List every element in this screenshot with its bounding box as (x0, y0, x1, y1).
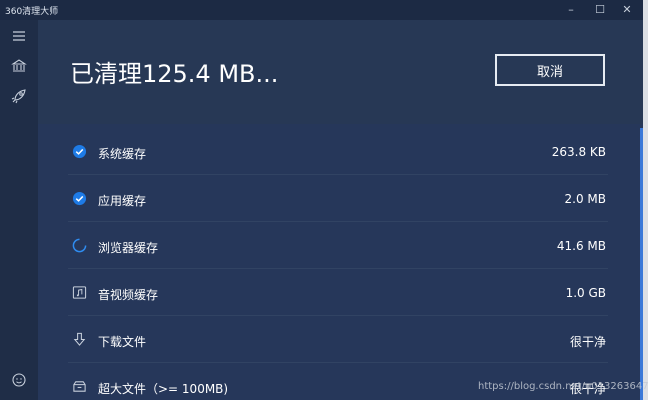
clean-item-list: 系统缓存 263.8 KB 应用缓存 2.0 MB 浏览器缓存 41.6 MB (38, 124, 643, 400)
bank-icon[interactable] (11, 58, 27, 74)
item-size: 1.0 GB (565, 286, 606, 300)
item-label: 浏览器缓存 (98, 241, 159, 255)
item-label: 应用缓存 (98, 194, 147, 208)
download-arrow-icon (73, 332, 86, 346)
check-circle-icon (72, 191, 87, 206)
item-label: 音视频缓存 (98, 288, 159, 302)
close-button[interactable]: ✕ (611, 0, 643, 20)
app-window: 360清理大师 – ☐ ✕ 已清理125.4 MB... 取消 系统缓存 263… (0, 0, 643, 400)
clean-header: 已清理125.4 MB... 取消 (38, 20, 643, 124)
check-circle-icon (72, 144, 87, 159)
music-file-icon (72, 286, 87, 299)
list-item-system-cache[interactable]: 系统缓存 263.8 KB (68, 127, 608, 175)
title-bar: 360清理大师 – ☐ ✕ (0, 0, 643, 20)
item-size: 263.8 KB (551, 145, 606, 159)
item-label: 下载文件 (98, 335, 147, 349)
list-item-media-cache[interactable]: 音视频缓存 1.0 GB (68, 268, 608, 316)
item-status: 很干净 (569, 335, 606, 349)
minimize-button[interactable]: – (555, 0, 587, 20)
item-label: 系统缓存 (98, 147, 147, 161)
item-size: 2.0 MB (564, 192, 606, 206)
background-window-edge (643, 0, 648, 400)
smiley-icon[interactable] (11, 372, 27, 388)
watermark: https://blog.csdn.net/u013263647 (478, 381, 648, 392)
storage-box-icon (73, 381, 86, 392)
list-item-app-cache[interactable]: 应用缓存 2.0 MB (68, 174, 608, 222)
list-item-downloads[interactable]: 下载文件 很干净 (68, 315, 608, 363)
item-label: 超大文件（>= 100MB) (98, 382, 229, 396)
clean-status-title: 已清理125.4 MB... (70, 60, 279, 88)
loading-spinner-icon (72, 238, 87, 253)
rocket-icon[interactable] (11, 88, 27, 104)
window-title: 360清理大师 (5, 7, 59, 17)
cancel-button[interactable]: 取消 (495, 54, 605, 86)
sidebar (0, 20, 39, 400)
menu-icon[interactable] (11, 28, 27, 44)
item-size: 41.6 MB (556, 239, 606, 253)
list-item-browser-cache[interactable]: 浏览器缓存 41.6 MB (68, 221, 608, 269)
